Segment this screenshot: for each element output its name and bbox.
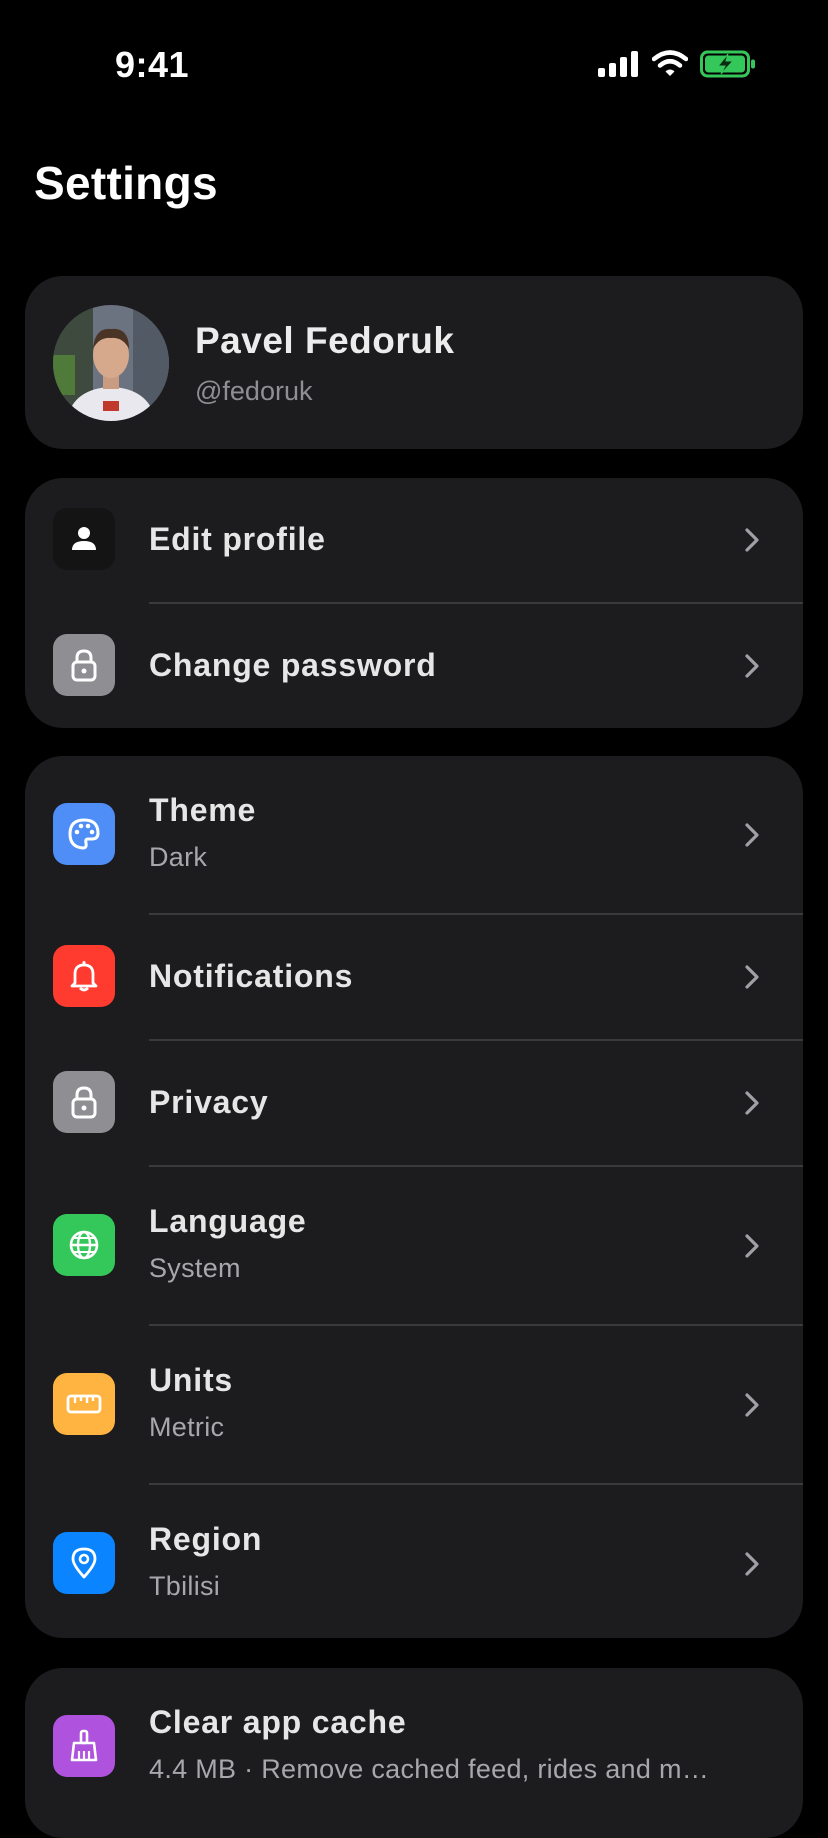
profile-name: Pavel Fedoruk xyxy=(195,320,455,361)
lock-icon xyxy=(53,634,115,696)
palette-icon xyxy=(53,803,115,865)
preferences-group: Theme Dark Notifications Privacy Languag… xyxy=(25,756,803,1638)
wifi-icon xyxy=(652,50,688,76)
language-row[interactable]: Language System xyxy=(25,1167,803,1324)
battery-charging-icon xyxy=(700,50,755,78)
chevron-right-icon xyxy=(745,965,759,989)
language-label: Language xyxy=(149,1203,307,1239)
status-time: 9:41 xyxy=(115,44,190,85)
theme-label: Theme xyxy=(149,792,257,828)
avatar xyxy=(53,305,169,421)
region-row[interactable]: Region Tbilisi xyxy=(25,1485,803,1638)
location-pin-icon xyxy=(53,1532,115,1594)
globe-icon xyxy=(53,1214,115,1276)
chevron-right-icon xyxy=(745,654,759,678)
storage-group: Clear app cache 4.4 MB · Remove cached f… xyxy=(25,1668,803,1838)
status-bar: 9:41 xyxy=(0,0,828,130)
page-title: Settings xyxy=(34,157,218,209)
account-settings-group: Edit profile Change password xyxy=(25,478,803,728)
region-value: Tbilisi xyxy=(149,1571,221,1601)
change-password-label: Change password xyxy=(149,647,437,683)
broom-icon xyxy=(53,1715,115,1777)
units-value: Metric xyxy=(149,1412,225,1442)
chevron-right-icon xyxy=(745,528,759,552)
clear-cache-row[interactable]: Clear app cache 4.4 MB · Remove cached f… xyxy=(25,1668,803,1825)
change-password-row[interactable]: Change password xyxy=(25,604,803,728)
units-label: Units xyxy=(149,1362,233,1398)
person-icon xyxy=(53,508,115,570)
theme-value: Dark xyxy=(149,842,208,872)
privacy-row[interactable]: Privacy xyxy=(25,1041,803,1165)
chevron-right-icon xyxy=(745,1234,759,1258)
profile-handle: @fedoruk xyxy=(195,376,313,406)
privacy-label: Privacy xyxy=(149,1084,269,1120)
notifications-row[interactable]: Notifications xyxy=(25,915,803,1039)
units-row[interactable]: Units Metric xyxy=(25,1326,803,1483)
signal-icon xyxy=(598,51,638,77)
region-label: Region xyxy=(149,1521,263,1557)
status-icons xyxy=(598,50,756,78)
bell-icon xyxy=(53,945,115,1007)
edit-profile-label: Edit profile xyxy=(149,521,326,557)
chevron-right-icon xyxy=(745,1393,759,1417)
profile-card[interactable]: Pavel Fedoruk @fedoruk xyxy=(25,276,803,449)
edit-profile-row[interactable]: Edit profile xyxy=(25,478,803,603)
clear-cache-description: 4.4 MB · Remove cached feed, rides and m… xyxy=(149,1754,710,1784)
chevron-right-icon xyxy=(745,1091,759,1115)
clear-cache-label: Clear app cache xyxy=(149,1704,407,1740)
chevron-right-icon xyxy=(745,823,759,847)
theme-row[interactable]: Theme Dark xyxy=(25,756,803,913)
language-value: System xyxy=(149,1253,241,1283)
ruler-icon xyxy=(53,1373,115,1435)
notifications-label: Notifications xyxy=(149,958,354,994)
chevron-right-icon xyxy=(745,1552,759,1576)
lock-icon xyxy=(53,1071,115,1133)
